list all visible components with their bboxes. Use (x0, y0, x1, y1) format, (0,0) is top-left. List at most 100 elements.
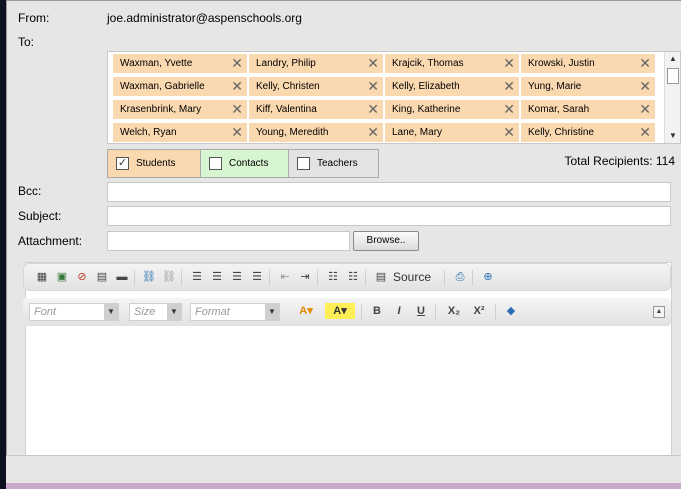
contacts-label: Contacts (229, 158, 269, 169)
size-select[interactable]: Size ▼ (129, 303, 182, 321)
toolbar-separator (495, 304, 496, 320)
chevron-down-icon[interactable]: ▼ (167, 304, 181, 320)
recipient-name: Kelly, Christine (528, 127, 594, 138)
collapse-toolbar-icon[interactable]: ▲ (653, 306, 665, 318)
source-button[interactable]: Source (393, 269, 431, 285)
remove-recipient-icon[interactable]: ✕ (503, 77, 515, 96)
format-placeholder: Format (195, 306, 230, 318)
table-icon[interactable]: ▦ (34, 269, 50, 285)
toolbar-separator (317, 270, 318, 286)
font-select[interactable]: Font ▼ (29, 303, 119, 321)
outdent-icon[interactable]: ⇤ (277, 269, 293, 285)
toolbar-separator (269, 270, 270, 286)
scroll-thumb[interactable] (667, 68, 679, 84)
source-icon[interactable]: ▤ (373, 269, 389, 285)
contacts-checkbox[interactable] (209, 157, 222, 170)
teachers-checkbox[interactable] (297, 157, 310, 170)
teachers-label: Teachers (317, 158, 358, 169)
align-right-icon[interactable]: ☰ (229, 269, 245, 285)
browse-button[interactable]: Browse.. (353, 231, 419, 251)
recipient-chip: Kelly, Christen ✕ (249, 77, 383, 96)
filter-contacts[interactable]: Contacts (200, 149, 289, 178)
unlink-icon[interactable]: ⛓ (161, 269, 177, 285)
remove-recipient-icon[interactable]: ✕ (639, 77, 651, 96)
italic-button[interactable]: I (391, 303, 407, 319)
recipient-chip: Waxman, Yvette ✕ (113, 54, 247, 73)
remove-recipient-icon[interactable]: ✕ (503, 54, 515, 73)
remove-recipient-icon[interactable]: ✕ (639, 123, 651, 142)
remove-recipient-icon[interactable]: ✕ (503, 100, 515, 119)
numbered-list-icon[interactable]: ☷ (325, 269, 341, 285)
remove-recipient-icon[interactable]: ✕ (367, 123, 379, 142)
remove-recipient-icon[interactable]: ✕ (367, 77, 379, 96)
remove-recipient-icon[interactable]: ✕ (367, 54, 379, 73)
attachment-input[interactable] (107, 231, 350, 251)
align-justify-icon[interactable]: ☰ (249, 269, 265, 285)
remove-recipient-icon[interactable]: ✕ (639, 54, 651, 73)
eraser-icon[interactable]: ◆ (503, 303, 519, 319)
horizontal-rule-icon[interactable]: ▬ (114, 269, 130, 285)
remove-recipient-icon[interactable]: ✕ (503, 123, 515, 142)
bulleted-list-icon[interactable]: ☷ (345, 269, 361, 285)
recipient-chip: Landry, Philip ✕ (249, 54, 383, 73)
bcc-label: Bcc: (18, 184, 42, 198)
align-left-icon[interactable]: ☰ (189, 269, 205, 285)
recipient-name: Krowski, Justin (528, 58, 595, 69)
toolbar-separator (365, 270, 366, 286)
bold-button[interactable]: B (369, 303, 385, 319)
flash-icon[interactable]: ⊘ (74, 269, 90, 285)
image-icon[interactable]: ▣ (54, 269, 70, 285)
toolbar-separator (361, 304, 362, 320)
background-color-icon[interactable]: A▾ (325, 303, 355, 319)
recipient-name: Komar, Sarah (528, 104, 590, 115)
recipient-chip: Komar, Sarah ✕ (521, 100, 655, 119)
editor-content-area[interactable] (27, 331, 665, 456)
remove-recipient-icon[interactable]: ✕ (639, 100, 651, 119)
recipient-chip: Yung, Marie ✕ (521, 77, 655, 96)
students-checkbox[interactable]: ✓ (116, 157, 129, 170)
recipient-chip: Krowski, Justin ✕ (521, 54, 655, 73)
remove-recipient-icon[interactable]: ✕ (231, 54, 243, 73)
from-label: From: (18, 11, 50, 25)
superscript-button[interactable]: X² (468, 303, 490, 319)
recipient-chip: Kelly, Christine ✕ (521, 123, 655, 142)
recipient-chip: Krasenbrink, Mary ✕ (113, 100, 247, 119)
from-address: joe.administrator@aspenschools.org (107, 11, 302, 25)
recipient-name: King, Katherine (392, 104, 461, 115)
align-center-icon[interactable]: ☰ (209, 269, 225, 285)
maximize-icon[interactable]: ⊕ (480, 269, 496, 285)
chevron-down-icon[interactable]: ▼ (265, 304, 279, 320)
recipient-name: Young, Meredith (256, 127, 329, 138)
format-select[interactable]: Format ▼ (190, 303, 280, 321)
recipient-scrollbar[interactable]: ▲ ▼ (664, 52, 680, 143)
underline-button[interactable]: U (413, 303, 429, 319)
recipient-name: Kelly, Christen (256, 81, 320, 92)
toolbar-separator (444, 270, 445, 286)
subscript-button[interactable]: X₂ (443, 303, 465, 319)
text-color-icon[interactable]: A▾ (291, 303, 321, 319)
subject-input[interactable] (107, 206, 671, 226)
toolbar-separator (181, 270, 182, 286)
scroll-down-icon[interactable]: ▼ (665, 129, 680, 143)
recipient-name: Krasenbrink, Mary (120, 104, 202, 115)
recipient-chip: King, Katherine ✕ (385, 100, 519, 119)
toolbar-separator (435, 304, 436, 320)
total-recipients: Total Recipients: 114 (564, 154, 675, 168)
compose-form: From: joe.administrator@aspenschools.org… (6, 0, 681, 489)
remove-recipient-icon[interactable]: ✕ (231, 100, 243, 119)
recipient-chip: Kiff, Valentina ✕ (249, 100, 383, 119)
link-icon[interactable]: ⛓ (141, 269, 157, 285)
chevron-down-icon[interactable]: ▼ (104, 304, 118, 320)
bcc-input[interactable] (107, 182, 671, 202)
scroll-up-icon[interactable]: ▲ (665, 52, 680, 66)
document-icon[interactable]: ▤ (94, 269, 110, 285)
print-icon[interactable]: ⎙ (452, 269, 468, 285)
toolbar-separator (472, 270, 473, 286)
filter-teachers[interactable]: Teachers (288, 149, 379, 178)
indent-icon[interactable]: ⇥ (297, 269, 313, 285)
filter-students[interactable]: ✓ Students (107, 149, 202, 178)
remove-recipient-icon[interactable]: ✕ (231, 77, 243, 96)
toolbar-separator (134, 270, 135, 286)
remove-recipient-icon[interactable]: ✕ (231, 123, 243, 142)
remove-recipient-icon[interactable]: ✕ (367, 100, 379, 119)
